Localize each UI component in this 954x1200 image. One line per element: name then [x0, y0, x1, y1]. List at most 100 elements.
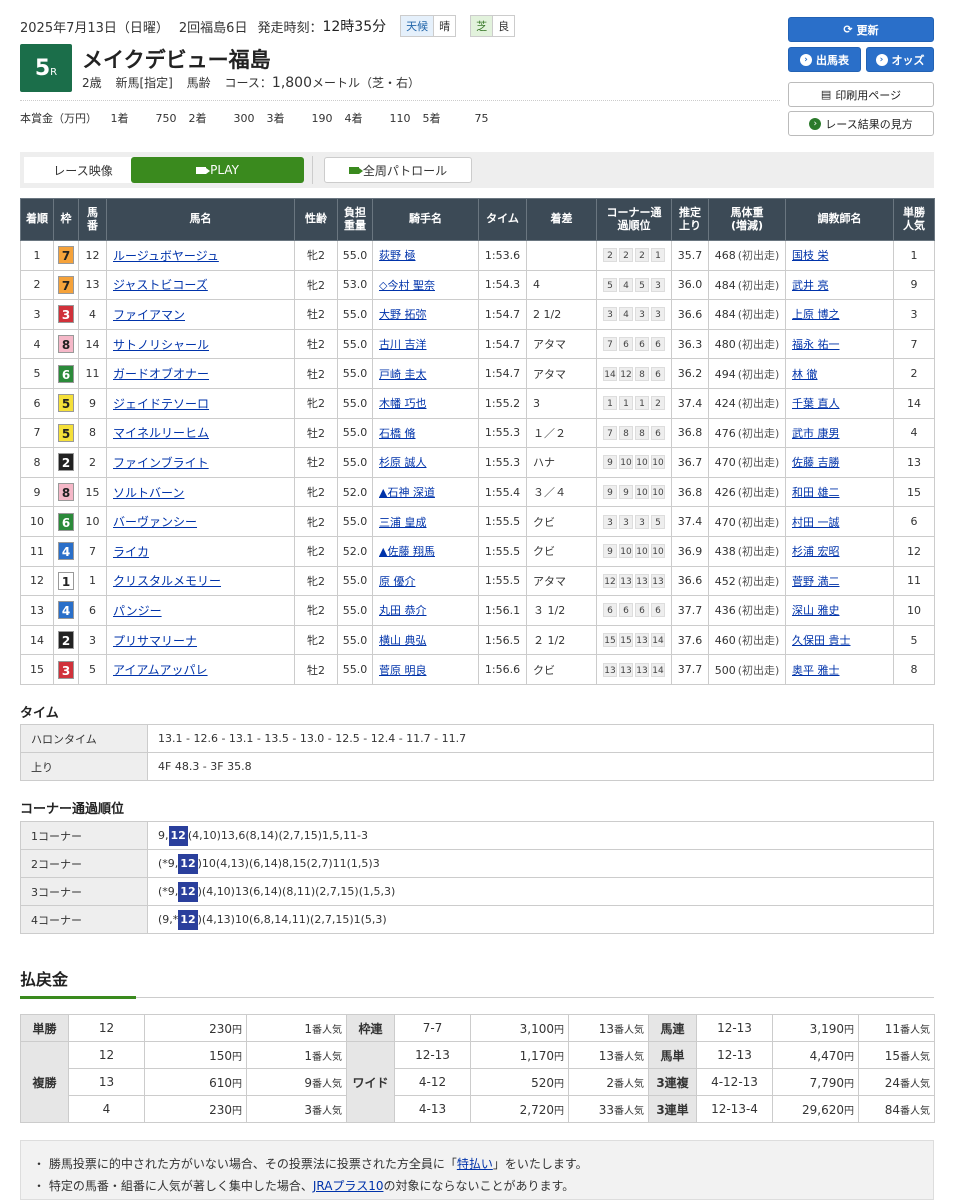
- chevron-right-icon: ›: [809, 117, 822, 130]
- corner-position: 10: [651, 485, 665, 500]
- trainer-link[interactable]: 和田 雄二: [792, 486, 840, 499]
- jockey-link[interactable]: ▲佐藤 翔馬: [379, 545, 435, 558]
- jockey-link[interactable]: ▲石神 深道: [379, 486, 435, 499]
- trainer-link[interactable]: 村田 一誠: [792, 516, 840, 529]
- jockey-link[interactable]: 横山 典弘: [379, 634, 427, 647]
- jockey-link[interactable]: ◇今村 聖奈: [379, 279, 435, 292]
- jra-plus10-link[interactable]: JRAプラス10: [313, 1179, 384, 1193]
- body-weight-diff: (初出走): [737, 397, 780, 411]
- jockey-cell: 戸崎 圭太: [372, 358, 479, 389]
- carried-weight: 55.0: [337, 595, 373, 626]
- jockey-link[interactable]: 杉原 誠人: [379, 456, 427, 469]
- jockey-link[interactable]: 木幡 巧也: [379, 397, 427, 410]
- finish-time: 1:55.3: [478, 417, 527, 449]
- howto-button[interactable]: › レース結果の見方: [788, 111, 934, 136]
- jockey-cell: 横山 典弘: [372, 624, 479, 656]
- margin: 3: [526, 387, 597, 419]
- corner-position: 14: [651, 662, 665, 677]
- trainer-cell: 武井 亮: [785, 269, 894, 301]
- bet-type: 枠連: [346, 1014, 395, 1042]
- corner-row: 4コーナー (9,* 12)(4,13)10(6,8,14,11)(2,7,15)1…: [20, 905, 934, 934]
- result-row: 10 6 10 バーヴァンシー 牝2 55.0 三浦 皇成 1:55.5 クビ 3 3 3 5 37.4 4…: [20, 506, 935, 537]
- trainer-link[interactable]: 武市 康男: [792, 427, 840, 440]
- horse-name-link[interactable]: パンジー: [113, 604, 162, 618]
- horse-name-link[interactable]: ファインブライト: [113, 456, 209, 470]
- trainer-link[interactable]: 奥平 雅士: [792, 664, 840, 677]
- horse-name-link[interactable]: プリサマリーナ: [113, 634, 197, 648]
- jockey-link[interactable]: 戸崎 圭太: [379, 368, 427, 381]
- jockey-link[interactable]: 石橋 脩: [379, 427, 416, 440]
- patrol-button[interactable]: 全周パトロール: [324, 157, 472, 183]
- trainer-link[interactable]: 上原 博之: [792, 308, 840, 321]
- payout-amount: 7,790円: [772, 1068, 859, 1096]
- results-table: 着順 枠 馬番 馬名 性齢 負担重量 騎手名 タイム 着差 コーナー通過順位 推…: [20, 198, 935, 685]
- play-button[interactable]: PLAY: [131, 157, 304, 183]
- corner-position: 3: [603, 514, 617, 529]
- refresh-button[interactable]: ⟳ 更新: [788, 17, 934, 42]
- horse-name-link[interactable]: ファイアマン: [113, 308, 185, 322]
- body-weight: 476: [714, 426, 736, 440]
- corner-cell: 13 13 13 14: [596, 654, 672, 685]
- horse-name-link[interactable]: サトノリシャール: [113, 338, 209, 352]
- trainer-link[interactable]: 林 徹: [792, 368, 818, 381]
- corner-cell: 7886: [596, 417, 672, 449]
- trainer-cell: 深山 雅史: [785, 595, 894, 626]
- body-weight-cell: 500 (初出走): [708, 654, 786, 685]
- corner-positions: 12 13 13 13: [602, 573, 666, 588]
- rank: 13: [20, 595, 54, 626]
- trainer-link[interactable]: 菅野 満二: [792, 575, 840, 588]
- refresh-icon: ⟳: [843, 23, 853, 36]
- jockey-link[interactable]: 丸田 恭介: [379, 604, 427, 617]
- corner-position: 10: [635, 455, 649, 470]
- jockey-link[interactable]: 三浦 皇成: [379, 516, 427, 529]
- rank: 6: [20, 387, 54, 419]
- corner-position: 1: [651, 248, 665, 263]
- print-button[interactable]: ▤ 印刷用ページ: [788, 82, 934, 107]
- horse-name-link[interactable]: ガードオブオナー: [113, 367, 209, 381]
- jockey-link[interactable]: 荻野 極: [379, 249, 416, 262]
- winner-highlight: 12: [168, 825, 188, 846]
- corner-cell: 14 12 8 6: [596, 358, 672, 389]
- corner-position: 13: [619, 573, 633, 588]
- jockey-link[interactable]: 大野 拓弥: [379, 308, 427, 321]
- corner-label: 4コーナー: [20, 905, 148, 934]
- trainer-link[interactable]: 杉浦 宏昭: [792, 545, 840, 558]
- corner-positions: 9 10 10 10: [602, 455, 666, 470]
- trainer-link[interactable]: 千葉 直人: [792, 397, 840, 410]
- trainer-link[interactable]: 佐藤 吉勝: [792, 456, 840, 469]
- jockey-link[interactable]: 菅原 明良: [379, 664, 427, 677]
- horse-name-link[interactable]: ルージュボヤージュ: [113, 249, 219, 263]
- chevron-right-icon: ›: [875, 53, 888, 66]
- jockey-link[interactable]: 原 優介: [379, 575, 416, 588]
- corner-position: 7: [603, 425, 617, 440]
- trainer-link[interactable]: 福永 祐一: [792, 338, 840, 351]
- payout-amount: 1,170円: [470, 1041, 569, 1069]
- trainer-link[interactable]: 武井 亮: [792, 279, 829, 292]
- tokubarai-link[interactable]: 特払い: [457, 1157, 493, 1171]
- horse-name-link[interactable]: マイネルリーヒム: [113, 426, 209, 440]
- last-3f: 37.4: [671, 506, 709, 537]
- furlong-times: 13.1 - 12.6 - 13.1 - 13.5 - 13.0 - 12.5 …: [147, 724, 934, 753]
- horse-name-link[interactable]: アイアムアッパレ: [113, 663, 208, 677]
- corner-position: 9: [619, 485, 633, 500]
- agari-times: 4F 48.3 - 3F 35.8: [147, 752, 934, 781]
- trainer-cell: 千葉 直人: [785, 387, 894, 419]
- sex-age: 牡2: [294, 654, 338, 685]
- horse-name-link[interactable]: ジェイドテソーロ: [113, 397, 209, 411]
- col-jockey: 騎手名: [372, 198, 479, 241]
- odds-button[interactable]: › オッズ: [866, 47, 934, 72]
- jockey-link[interactable]: 古川 吉洋: [379, 338, 427, 351]
- horse-name-link[interactable]: バーヴァンシー: [113, 515, 197, 529]
- body-weight-diff: (初出走): [737, 308, 780, 322]
- horse-name-link[interactable]: ライカ: [113, 545, 149, 559]
- payout-amount: 2,720円: [470, 1095, 569, 1123]
- waku-cell: 6: [53, 358, 79, 389]
- horse-name-link[interactable]: ソルトバーン: [113, 486, 184, 500]
- corner-position: 8: [635, 366, 649, 381]
- horse-name-link[interactable]: クリスタルメモリー: [113, 574, 221, 588]
- trainer-link[interactable]: 国枝 栄: [792, 249, 829, 262]
- trainer-link[interactable]: 久保田 貴士: [792, 634, 851, 647]
- trainer-link[interactable]: 深山 雅史: [792, 604, 840, 617]
- horse-name-link[interactable]: ジャストビコーズ: [113, 278, 208, 292]
- entries-button[interactable]: › 出馬表: [788, 47, 861, 72]
